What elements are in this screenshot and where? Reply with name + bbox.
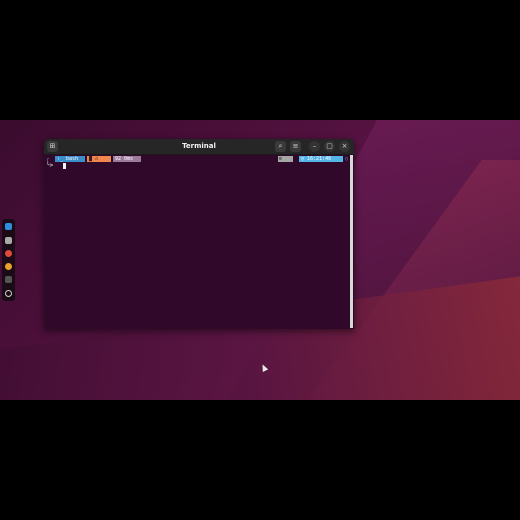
prompt-time-label: 16:21:46 xyxy=(307,156,332,162)
close-button[interactable]: × xyxy=(339,141,350,152)
files-icon[interactable] xyxy=(5,237,12,244)
app-red-icon[interactable] xyxy=(5,250,12,257)
window-title: Terminal xyxy=(182,142,216,150)
terminal-app-icon[interactable] xyxy=(5,276,12,283)
search-icon[interactable]: ⌕ xyxy=(275,141,286,152)
screen: ⊞ Terminal ⌕ ≡ – ▢ × ╭ ›_ bash ▇ ⌂ 92 0m… xyxy=(0,0,520,520)
dock xyxy=(2,219,15,301)
maximize-button[interactable]: ▢ xyxy=(324,141,335,152)
prompt-duration-label: 92 0ms xyxy=(115,156,134,162)
prompt-gear-segment: ⚙ xyxy=(278,156,293,162)
prompt-shell-segment: ›_ bash xyxy=(55,156,85,162)
prompt-arrow: ╰> xyxy=(46,162,54,169)
chrome-icon[interactable] xyxy=(5,263,12,270)
shell-icon: ›_ xyxy=(57,156,64,162)
hamburger-menu-icon[interactable]: ≡ xyxy=(290,141,301,152)
prompt-time-segment: ◷ 16:21:46 xyxy=(299,156,343,162)
folder-icon: ▇ xyxy=(89,156,93,162)
minimize-button[interactable]: – xyxy=(309,141,320,152)
prompt-shell-label: bash xyxy=(66,156,79,162)
prompt-line-2: ╰> xyxy=(46,162,53,169)
prompt-folder-segment: ▇ ⌂ xyxy=(87,156,111,162)
text-cursor xyxy=(63,163,66,169)
terminal-window: ⊞ Terminal ⌕ ≡ – ▢ × ╭ ›_ bash ▇ ⌂ 92 0m… xyxy=(44,139,354,329)
home-icon: ⌂ xyxy=(95,156,99,162)
terminal-output[interactable]: ╭ ›_ bash ▇ ⌂ 92 0ms ⚙ ◷ 16:21:46 ◯ ╰> xyxy=(44,155,350,329)
clock-icon: ◷ xyxy=(301,156,305,162)
vscode-icon[interactable] xyxy=(5,223,12,230)
titlebar: ⊞ Terminal ⌕ ≡ – ▢ × xyxy=(44,139,354,155)
gear-icon: ⚙ xyxy=(279,156,283,162)
prompt-duration-segment: 92 0ms xyxy=(113,156,141,162)
settings-icon[interactable] xyxy=(5,290,12,297)
scrollbar[interactable] xyxy=(350,155,353,328)
